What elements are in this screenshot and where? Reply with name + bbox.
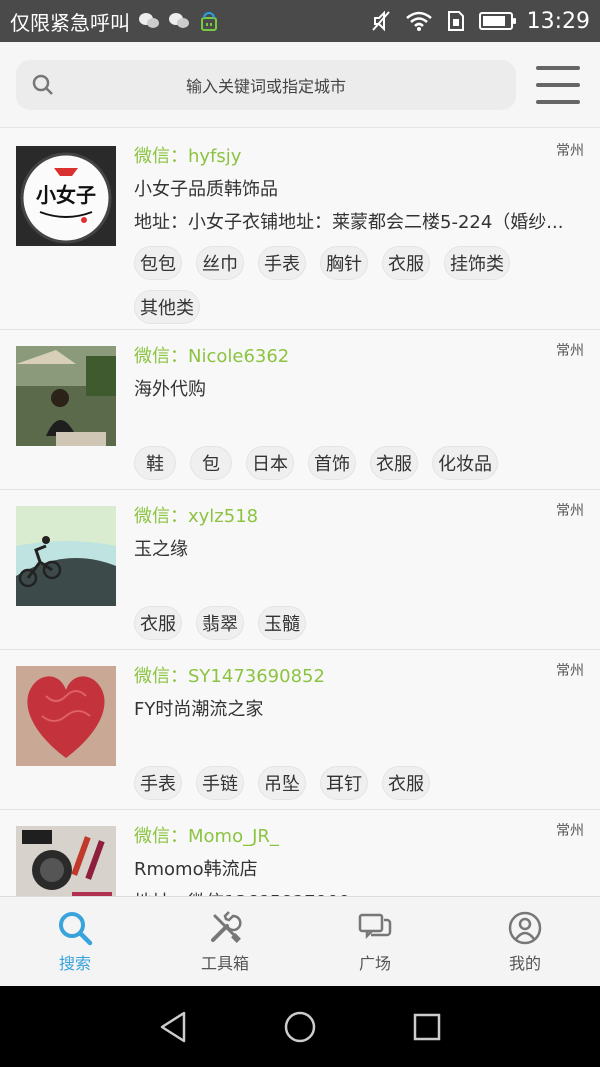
tag[interactable]: 包包 — [134, 246, 182, 280]
tab-label: 广场 — [358, 953, 391, 973]
tag-list: 包包 丝巾 手表 胸针 衣服 挂饰类 其他类 — [134, 246, 574, 324]
tag[interactable]: 胸针 — [320, 246, 368, 280]
wechat-icon — [169, 13, 189, 28]
tag-list: 鞋 包 日本 首饰 衣服 化妆品 — [134, 446, 574, 480]
wechat-id: 微信：SY1473690852 — [134, 666, 325, 687]
shop-address: 地址：微信13685827900 — [134, 888, 596, 896]
mute-icon — [371, 10, 390, 32]
carrier-label: 仅限紧急呼叫 — [10, 10, 130, 35]
wechat-id: 微信：Momo_JR_ — [134, 826, 279, 847]
tag[interactable]: 玉髓 — [258, 606, 306, 640]
tag[interactable]: 其他类 — [134, 290, 200, 324]
tag[interactable]: 耳钉 — [320, 766, 368, 800]
tag[interactable]: 手链 — [196, 766, 244, 800]
wechat-id: 微信：Nicole6362 — [134, 346, 290, 367]
wechat-icon — [139, 13, 159, 28]
tab-label: 搜索 — [58, 953, 91, 973]
thumb-text: 小女子 — [36, 183, 96, 207]
back-icon[interactable] — [153, 1007, 193, 1047]
android-icon — [201, 12, 217, 31]
search-input[interactable]: 输入关键词或指定城市 — [16, 59, 516, 110]
tag[interactable]: 日本 — [246, 446, 294, 480]
bottom-tab-bar: 搜索 工具箱 广场 我的 — [0, 896, 600, 986]
city-label: 常州 — [556, 823, 584, 839]
city-label: 常州 — [556, 343, 584, 359]
shop-address: 地址：小女子衣铺地址：莱蒙都会二楼5-224（婚纱... — [134, 212, 564, 233]
search-placeholder: 输入关键词或指定城市 — [185, 76, 346, 96]
tab-toolbox[interactable]: 工具箱 — [150, 897, 300, 986]
wifi-icon — [405, 11, 432, 31]
user-icon — [508, 911, 542, 944]
shop-name: 小女子品质韩饰品 — [134, 179, 278, 200]
shop-name: 海外代购 — [134, 379, 206, 400]
tab-search[interactable]: 搜索 — [0, 897, 150, 986]
tag-list: 手表 手链 吊坠 耳钉 衣服 — [134, 766, 574, 800]
wechat-id: 微信：hyfsjy — [134, 146, 242, 167]
tag[interactable]: 衣服 — [134, 606, 182, 640]
tag[interactable]: 衣服 — [382, 766, 430, 800]
clock: 13:29 — [526, 8, 590, 34]
shop-thumbnail — [16, 346, 116, 446]
chat-icon — [358, 913, 392, 939]
tab-me[interactable]: 我的 — [450, 897, 600, 986]
shop-name: 玉之缘 — [134, 539, 188, 560]
tag[interactable]: 手表 — [258, 246, 306, 280]
tag[interactable]: 丝巾 — [196, 246, 244, 280]
status-bar: 仅限紧急呼叫 13:29 — [0, 0, 600, 42]
tag[interactable]: 包 — [190, 446, 232, 480]
list-item[interactable]: 常州 微信：SY1473690852 FY时尚潮流之家 手表 手链 吊坠 耳钉 … — [0, 650, 600, 810]
shop-thumbnail — [16, 506, 116, 606]
shop-thumbnail — [16, 666, 116, 766]
tag[interactable]: 首饰 — [308, 446, 356, 480]
home-icon[interactable] — [280, 1007, 320, 1047]
system-nav-bar — [0, 986, 600, 1067]
shop-name: FY时尚潮流之家 — [134, 699, 264, 720]
tag[interactable]: 手表 — [134, 766, 182, 800]
merchant-list[interactable]: 小女子 常州 微信：hyfsjy 小女子品质韩饰品 地址：小女子衣铺地址：莱蒙都… — [0, 130, 600, 896]
tab-label: 工具箱 — [200, 953, 249, 973]
toolbox-icon — [211, 910, 242, 943]
city-label: 常州 — [556, 143, 584, 159]
list-item[interactable]: 小女子 常州 微信：hyfsjy 小女子品质韩饰品 地址：小女子衣铺地址：莱蒙都… — [0, 130, 600, 330]
tag[interactable]: 衣服 — [370, 446, 418, 480]
shop-thumbnail: 小女子 — [16, 146, 116, 246]
search-icon — [59, 911, 93, 945]
tag[interactable]: 翡翠 — [196, 606, 244, 640]
tag[interactable]: 挂饰类 — [444, 246, 510, 280]
header: 输入关键词或指定城市 — [0, 42, 600, 128]
hamburger-menu-icon[interactable] — [536, 65, 580, 104]
tag[interactable]: 吊坠 — [258, 766, 306, 800]
city-label: 常州 — [556, 663, 584, 679]
shop-thumbnail — [16, 826, 116, 896]
list-item[interactable]: 常州 微信：Nicole6362 海外代购 鞋 包 日本 首饰 衣服 化妆品 — [0, 330, 600, 490]
tag[interactable]: 衣服 — [382, 246, 430, 280]
recents-icon[interactable] — [407, 1007, 447, 1047]
list-item[interactable]: 常州 微信：Momo_JR_ Rmomo韩流店 地址：微信13685827900 — [0, 810, 600, 896]
tag[interactable]: 鞋 — [134, 446, 176, 480]
tag-list: 衣服 翡翠 玉髓 — [134, 606, 574, 640]
battery-icon — [478, 12, 516, 30]
list-item[interactable]: 常州 微信：xylz518 玉之缘 衣服 翡翠 玉髓 — [0, 490, 600, 650]
tab-label: 我的 — [508, 953, 541, 973]
search-icon — [32, 74, 53, 95]
tab-plaza[interactable]: 广场 — [300, 897, 450, 986]
shop-name: Rmomo韩流店 — [134, 859, 258, 880]
wechat-id: 微信：xylz518 — [134, 506, 259, 527]
tag[interactable]: 化妆品 — [432, 446, 498, 480]
sim-icon — [447, 11, 464, 31]
city-label: 常州 — [556, 503, 584, 519]
